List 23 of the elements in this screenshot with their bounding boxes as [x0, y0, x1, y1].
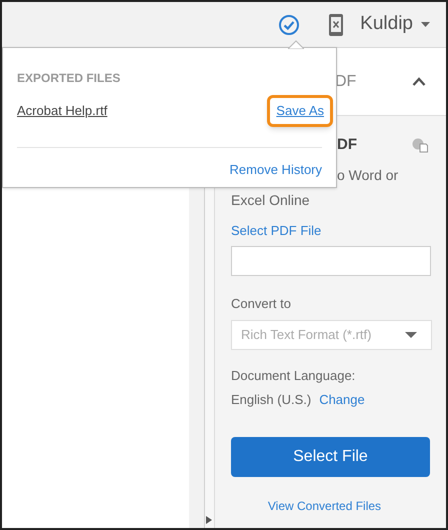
popup-heading: EXPORTED FILES: [17, 70, 122, 87]
view-converted-link[interactable]: View Converted Files: [268, 496, 382, 514]
file-input-field[interactable]: [230, 246, 431, 276]
save-as-link[interactable]: Save As: [267, 95, 333, 126]
language-label: Document Language:: [230, 366, 356, 385]
convert-to-label: Convert to: [230, 295, 292, 313]
change-link[interactable]: Change: [319, 390, 365, 410]
user-menu[interactable]: Kuldip: [360, 10, 430, 39]
globe-document-icon[interactable]: [412, 138, 428, 153]
check-circle-icon[interactable]: [278, 14, 300, 36]
description-text: o Word or: [336, 166, 398, 184]
select-pdf-link[interactable]: Select PDF File: [230, 220, 322, 240]
format-dropdown[interactable]: Rich Text Format (*.rtf): [230, 320, 432, 350]
dropdown-arrow-icon: [404, 332, 417, 338]
file-link[interactable]: Acrobat Help.rtf: [17, 101, 108, 120]
language-value: English (U.S.): [230, 391, 312, 409]
mobile-device-icon[interactable]: [328, 12, 344, 36]
collapse-caret-icon[interactable]: [412, 77, 426, 86]
select-file-button[interactable]: Select File: [230, 436, 430, 476]
description-text: Excel Online: [230, 190, 311, 210]
caret-down-icon: [421, 22, 430, 27]
panel-title: DF: [336, 135, 357, 155]
remove-history-link[interactable]: Remove History: [230, 160, 322, 179]
